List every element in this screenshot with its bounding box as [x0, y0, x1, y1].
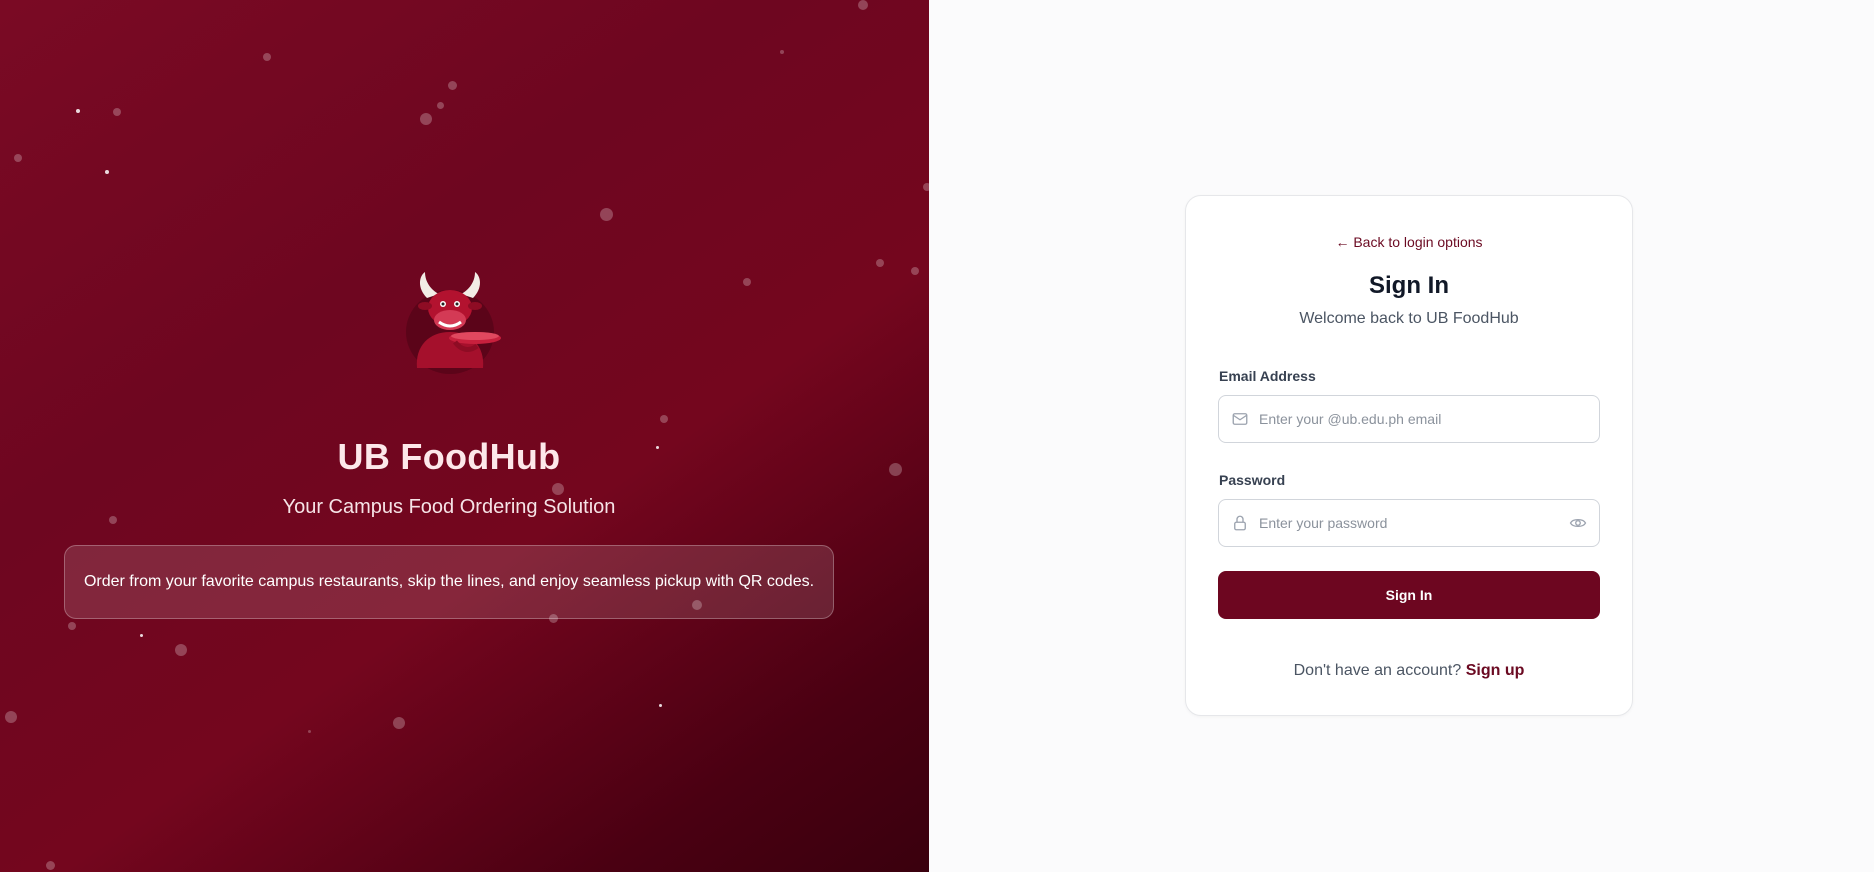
sign-up-link[interactable]: Sign up: [1466, 662, 1525, 679]
brand-title: UB FoodHub: [337, 436, 561, 477]
signup-prompt-line: Don't have an account? Sign up: [1186, 662, 1632, 680]
bull-mascot-icon: [395, 268, 505, 378]
eye-icon[interactable]: [1569, 514, 1587, 532]
page-title: Sign In: [1369, 272, 1449, 299]
brand-description: Order from your favorite campus restaura…: [83, 573, 815, 590]
brand-subtitle: Your Campus Food Ordering Solution: [282, 496, 616, 518]
brand-panel: UB FoodHub Your Campus Food Ordering Sol…: [0, 0, 929, 872]
sign-in-button[interactable]: Sign In: [1218, 571, 1600, 619]
email-label: Email Address: [1219, 368, 1316, 384]
signup-prompt: Don't have an account?: [1293, 662, 1462, 679]
back-to-login-options-link[interactable]: ← Back to login options: [1186, 234, 1632, 250]
mail-icon: [1231, 410, 1249, 428]
password-input[interactable]: [1259, 500, 1559, 546]
login-card: ← Back to login options Sign In Welcome …: [1185, 195, 1633, 716]
email-input-wrapper: [1218, 395, 1600, 443]
password-label: Password: [1219, 472, 1286, 488]
email-input[interactable]: [1259, 396, 1559, 442]
lock-icon: [1231, 514, 1249, 532]
brand-description-box: Order from your favorite campus restaura…: [64, 545, 834, 619]
password-input-wrapper: [1218, 499, 1600, 547]
page-subtitle: Welcome back to UB FoodHub: [1299, 310, 1519, 327]
